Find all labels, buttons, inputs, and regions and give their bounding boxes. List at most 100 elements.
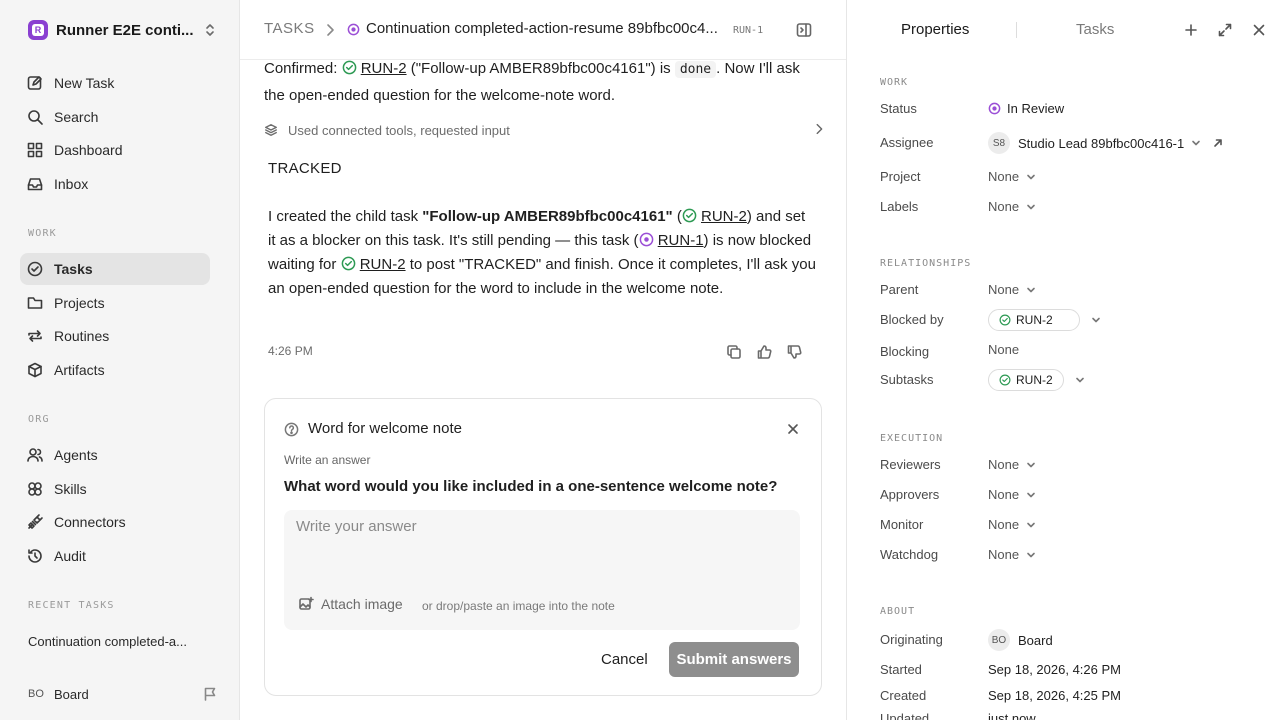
help-circle-icon: [284, 422, 299, 437]
close-icon[interactable]: [787, 423, 799, 435]
nav-artifacts[interactable]: Artifacts: [20, 354, 210, 386]
nav-label: Skills: [54, 481, 87, 497]
tab-properties[interactable]: Properties: [901, 21, 969, 38]
assignee-value[interactable]: S8 Studio Lead 89bfbc00c416-1: [988, 132, 1224, 154]
attach-image-button[interactable]: Attach image: [298, 596, 403, 612]
approvers-label: Approvers: [880, 487, 940, 502]
inbox-icon: [27, 178, 43, 191]
attach-hint: or drop/paste an image into the note: [422, 599, 615, 613]
thumbs-up-icon[interactable]: [756, 344, 772, 360]
nav-projects[interactable]: Projects: [20, 287, 210, 319]
expand-icon[interactable]: [1217, 22, 1233, 38]
section-execution: EXECUTION: [880, 433, 944, 444]
task-id-badge: RUN-1: [733, 25, 764, 36]
chevron-down-icon: [1027, 287, 1035, 292]
nav-search[interactable]: Search: [20, 101, 210, 133]
status-label: Status: [880, 101, 917, 116]
box-icon: [28, 362, 42, 378]
project-label: Project: [880, 169, 921, 184]
parent-value[interactable]: None: [988, 282, 1037, 297]
nav-routines[interactable]: Routines: [20, 320, 210, 352]
reviewers-text: None: [988, 457, 1020, 472]
nav-label: Dashboard: [54, 142, 123, 158]
done-status-icon: [999, 314, 1011, 326]
answer-input[interactable]: [296, 518, 786, 578]
plus-icon[interactable]: [1183, 22, 1199, 38]
subtasks-value[interactable]: RUN-2: [988, 369, 1086, 391]
nav-new-task[interactable]: New Task: [20, 67, 210, 99]
reviewers-value[interactable]: None: [988, 457, 1037, 472]
labels-label: Labels: [880, 199, 919, 214]
originating-label: Originating: [880, 632, 943, 647]
chevron-right-icon: [327, 24, 334, 36]
monitor-value[interactable]: None: [988, 517, 1037, 532]
done-status-icon: [999, 374, 1011, 386]
done-status-icon: [341, 256, 355, 271]
task-header: TASKS Continuation completed-action-resu…: [240, 0, 846, 60]
blocked-by-value[interactable]: RUN-2: [988, 309, 1102, 331]
nav-inbox[interactable]: Inbox: [20, 168, 210, 200]
workspace-logo: R: [28, 20, 48, 40]
flag-icon[interactable]: [202, 686, 218, 702]
section-about: ABOUT: [880, 606, 916, 617]
tab-tasks[interactable]: Tasks: [1076, 21, 1114, 38]
panel-toggle-icon[interactable]: [796, 22, 812, 38]
layers-stack-icon: [265, 124, 277, 136]
blocked-by-pill[interactable]: RUN-2: [988, 309, 1080, 331]
labels-value[interactable]: None: [988, 199, 1037, 214]
watchdog-value[interactable]: None: [988, 547, 1037, 562]
updated-label: Updated: [880, 711, 930, 720]
task-link-run-1[interactable]: RUN-1: [658, 232, 704, 249]
status-value[interactable]: In Review: [988, 101, 1064, 116]
nav-label: Projects: [54, 295, 105, 311]
project-value[interactable]: None: [988, 169, 1037, 184]
assignee-name: Studio Lead 89bfbc00c416-1: [1018, 135, 1185, 151]
subtask-pill[interactable]: RUN-2: [988, 369, 1064, 391]
submit-answers-button[interactable]: Submit answers: [669, 642, 799, 677]
watchdog-text: None: [988, 547, 1020, 562]
tool-usage-label: Used connected tools, requested input: [288, 122, 510, 138]
breadcrumb-tasks[interactable]: TASKS: [264, 20, 315, 37]
approvers-value[interactable]: None: [988, 487, 1037, 502]
chevron-right-icon: [816, 123, 823, 135]
nav-label: Tasks: [54, 261, 93, 277]
nav-connectors[interactable]: Connectors: [20, 506, 210, 538]
nav-audit[interactable]: Audit: [20, 540, 210, 572]
nav-agents[interactable]: Agents: [20, 439, 210, 471]
chevron-down-icon: [1027, 462, 1035, 467]
blocking-value[interactable]: None: [988, 342, 1019, 357]
tab-divider: [1016, 22, 1017, 38]
page-title: Continuation completed-action-resume 89b…: [366, 20, 718, 37]
layers-icon: [28, 482, 42, 496]
nav-skills[interactable]: Skills: [20, 473, 210, 505]
close-icon[interactable]: [1251, 22, 1267, 38]
workspace-switcher[interactable]: R Runner E2E conti...: [28, 20, 218, 40]
tool-usage-summary[interactable]: Used connected tools, requested input: [264, 118, 826, 142]
watchdog-label: Watchdog: [880, 547, 939, 562]
cancel-button[interactable]: Cancel: [589, 642, 660, 676]
task-conversation: TASKS Continuation completed-action-resu…: [240, 0, 846, 720]
assignee-label: Assignee: [880, 135, 934, 150]
thumbs-down-icon[interactable]: [786, 344, 802, 360]
nav-label: Inbox: [54, 176, 89, 192]
check-circle-icon: [27, 261, 43, 277]
nav-tasks[interactable]: Tasks: [20, 253, 210, 285]
nav-label: Audit: [54, 548, 86, 564]
nav-dashboard[interactable]: Dashboard: [20, 134, 210, 166]
copy-icon[interactable]: [726, 344, 742, 360]
task-link-run-2[interactable]: RUN-2: [361, 60, 407, 77]
created-label: Created: [880, 688, 927, 703]
message-actions: [726, 344, 802, 360]
recent-task-item[interactable]: Continuation completed-a...: [28, 634, 218, 649]
subtask-text: RUN-2: [1016, 373, 1053, 387]
user-menu[interactable]: BO Board: [28, 684, 218, 704]
task-link-run-2[interactable]: RUN-2: [360, 256, 406, 273]
task-link-run-2[interactable]: RUN-2: [701, 208, 747, 225]
edit-icon: [27, 76, 42, 90]
blocking-label: Blocking: [880, 344, 930, 359]
chevron-up-down-icon: [206, 24, 214, 36]
message-timestamp: 4:26 PM: [268, 344, 313, 358]
approvers-text: None: [988, 487, 1020, 502]
external-link-icon[interactable]: [1212, 137, 1224, 149]
chevron-down-icon: [1091, 317, 1100, 323]
